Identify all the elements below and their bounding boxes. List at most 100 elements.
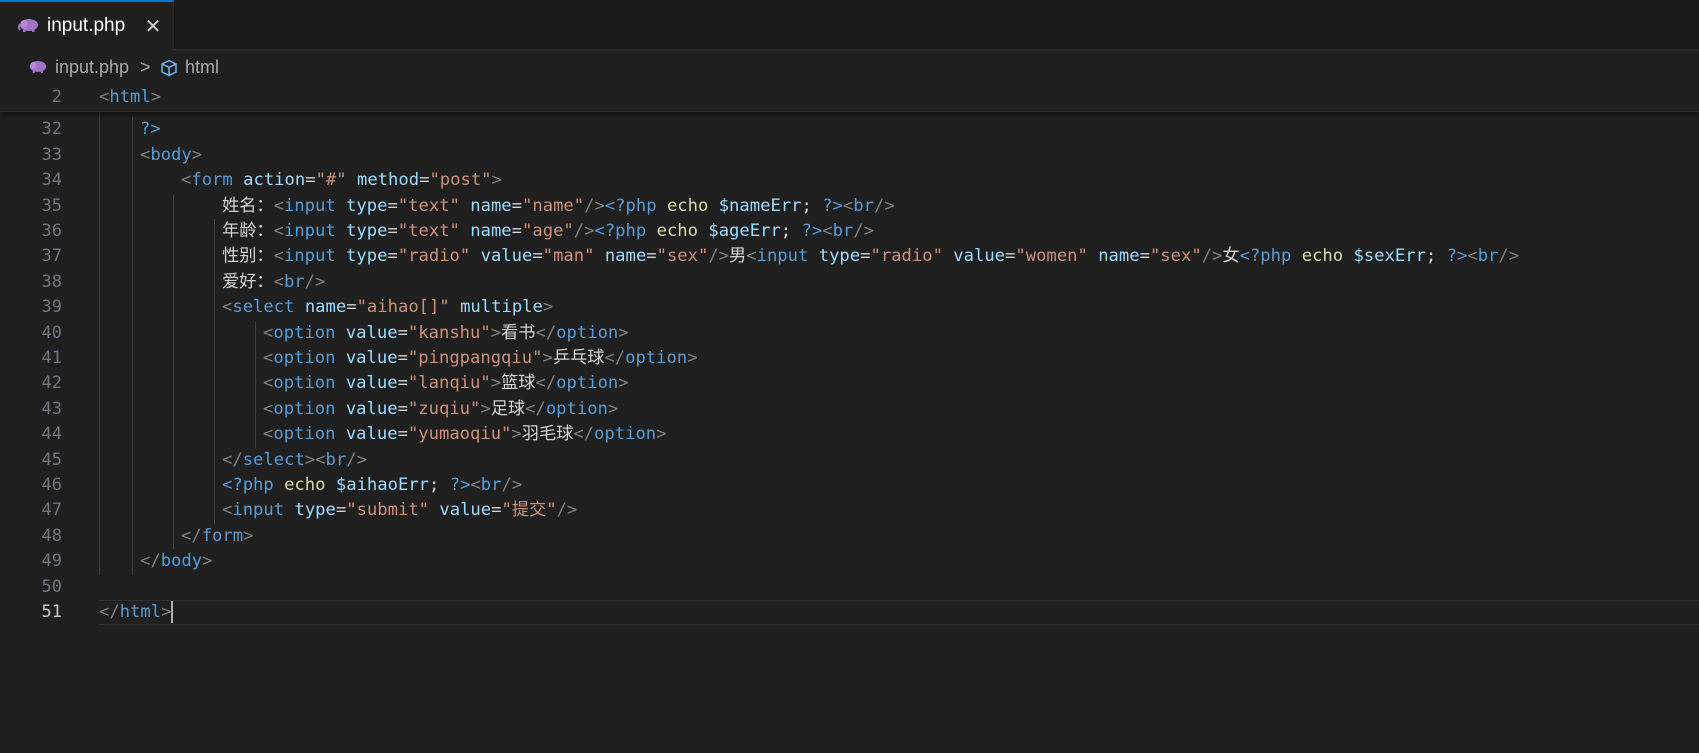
code-token: 男	[729, 246, 747, 267]
tab-input-php[interactable]: input.php ✕	[0, 0, 174, 50]
code-token: value	[345, 348, 398, 368]
code-token: </	[573, 424, 595, 445]
line-number: 44	[41, 424, 62, 445]
code-token: name	[304, 297, 347, 318]
code-token: <	[842, 195, 854, 216]
code-token: value	[480, 246, 533, 267]
code-text: </html>	[99, 599, 174, 627]
line-number: 2	[51, 87, 62, 107]
code-token: <	[273, 271, 284, 292]
code-line[interactable]: 50	[0, 575, 1699, 603]
code-token: br	[283, 271, 305, 292]
code-token: <	[746, 246, 757, 267]
code-token: =	[1139, 246, 1150, 267]
code-line[interactable]: 45 </select><br/>	[0, 448, 1699, 476]
code-line[interactable]: 37 性别：<input type="radio" value="man" nam…	[0, 244, 1699, 272]
code-token: "post"	[429, 170, 492, 191]
code-token: value	[345, 424, 398, 445]
code-token: br	[480, 475, 502, 495]
code-token: 性别：	[222, 246, 274, 267]
code-line[interactable]: 49 </body>	[0, 549, 1699, 577]
code-token: <	[263, 373, 274, 394]
code-token: >	[191, 144, 203, 165]
code-line[interactable]: 42 <option value="lanqiu">篮球</option>	[0, 371, 1699, 399]
code-line[interactable]: 32 ?>	[0, 117, 1699, 145]
code-token: />	[573, 221, 595, 241]
code-token: />	[1201, 246, 1223, 267]
code-token: input	[283, 195, 336, 216]
code-token: name	[1098, 246, 1140, 267]
code-token: >	[202, 551, 213, 572]
code-text: <select name="aihao[]" multiple>	[222, 294, 553, 322]
code-token: type	[818, 246, 861, 267]
code-token: <?php	[604, 195, 657, 216]
code-text: <body>	[140, 142, 202, 170]
code-token: body	[150, 144, 192, 165]
code-token: br	[325, 449, 347, 470]
code-token: input	[283, 221, 336, 241]
code-line[interactable]: 48 </form>	[0, 524, 1699, 552]
close-icon[interactable]: ✕	[143, 16, 163, 36]
code-line[interactable]: 39 <select name="aihao[]" multiple>	[0, 295, 1699, 323]
code-token: br	[1477, 246, 1499, 267]
code-line[interactable]: 43 <option value="zuqiu">足球</option>	[0, 397, 1699, 425]
code-token: />	[584, 195, 605, 216]
code-token: >	[161, 602, 172, 622]
code-token: type	[346, 195, 388, 216]
line-number: 49	[41, 551, 62, 572]
line-number: 32	[41, 119, 62, 140]
code-line[interactable]: 36 年龄：<input type="text" name="age"/><?ph…	[0, 219, 1699, 247]
code-line[interactable]: 51 </html>	[0, 600, 1699, 628]
code-token: 爱好：	[222, 271, 274, 292]
code-token: <	[1467, 246, 1478, 267]
code-text: 爱好：<br/>	[222, 269, 325, 297]
tab-bar: input.php ✕	[0, 0, 1699, 50]
code-token: ?>	[801, 221, 823, 241]
code-text: 性别：<input type="radio" value="man" name=…	[222, 243, 1519, 271]
code-line[interactable]: 35 姓名：<input type="text" name="name"/><?p…	[0, 194, 1699, 222]
code-token: action	[243, 170, 306, 191]
code-token: type	[346, 221, 388, 241]
sticky-code-line: <html>	[99, 84, 161, 112]
code-token: 年龄：	[222, 221, 274, 241]
code-editor[interactable]: 2 <html> 31}32?>33<body>34<form action="…	[0, 85, 1699, 753]
code-line[interactable]: 33 <body>	[0, 143, 1699, 171]
breadcrumb-symbol[interactable]: html	[185, 57, 219, 78]
code-token: ?>	[1446, 246, 1468, 267]
code-line[interactable]: 34 <form action="#" method="post">	[0, 168, 1699, 196]
code-line[interactable]: 38 爱好：<br/>	[0, 270, 1699, 298]
code-text: <form action="#" method="post">	[181, 167, 502, 195]
code-token: "text"	[397, 221, 460, 241]
code-line[interactable]: 47 <input type="submit" value="提交"/>	[0, 498, 1699, 526]
code-token: option	[545, 398, 608, 419]
code-line[interactable]: 41 <option value="pingpangqiu">乒乓球</optio…	[0, 346, 1699, 374]
code-token: type	[294, 500, 336, 521]
code-token: >	[656, 424, 667, 445]
code-token: 羽毛球	[521, 424, 574, 445]
code-token: option	[273, 424, 336, 445]
code-token: </	[525, 398, 546, 419]
code-line[interactable]: 40 <option value="kanshu">看书</option>	[0, 321, 1699, 349]
code-token: >	[542, 297, 554, 318]
code-token: ;	[780, 221, 802, 241]
code-token: =	[387, 195, 398, 216]
line-number: 51	[41, 602, 62, 622]
code-token: />	[304, 271, 326, 292]
code-token: $aihaoErr	[335, 475, 430, 495]
sticky-scroll-header[interactable]: 2 <html>	[0, 85, 1699, 112]
code-text: </form>	[181, 523, 253, 551]
code-line[interactable]: 46 <?php echo $aihaoErr; ?><br/>	[0, 473, 1699, 501]
code-token: />	[1498, 246, 1520, 267]
code-token: <	[263, 424, 274, 445]
tab-label: input.php	[47, 15, 126, 36]
code-line[interactable]: 44 <option value="yumaoqiu">羽毛球</option>	[0, 422, 1699, 450]
code-token: <	[822, 221, 833, 241]
line-number: 40	[41, 322, 62, 343]
breadcrumb-file[interactable]: input.php	[55, 57, 129, 78]
code-token: =	[346, 297, 357, 318]
